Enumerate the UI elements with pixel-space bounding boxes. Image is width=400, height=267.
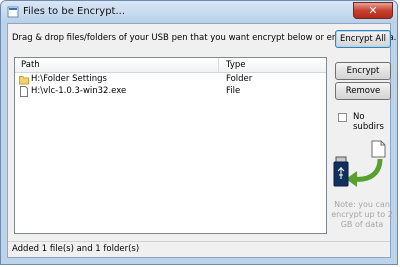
- usb-drive-icon: [333, 156, 349, 187]
- window-title: Files to be Encrypt...: [23, 6, 126, 17]
- list-item-path: H:\Folder Settings: [31, 74, 107, 84]
- list-header: Path Type: [15, 58, 326, 73]
- column-header-type[interactable]: Type: [226, 60, 246, 70]
- close-button[interactable]: ✕: [353, 2, 393, 19]
- list-item-type: Folder: [226, 74, 253, 84]
- no-subdirs-checkbox[interactable]: [338, 113, 347, 122]
- green-arrow-icon: [346, 158, 383, 187]
- list-item-path: H:\vlc-1.0.3-win32.exe: [31, 86, 127, 96]
- status-bar: Added 1 file(s) and 1 folder(s): [8, 241, 390, 257]
- column-separator[interactable]: [218, 58, 219, 72]
- column-header-path[interactable]: Path: [21, 60, 40, 70]
- file-list[interactable]: Path Type H:\Folder Settings Folder H:\v…: [14, 57, 327, 234]
- no-subdirs-label[interactable]: No subdirs: [353, 112, 390, 132]
- list-item[interactable]: H:\Folder Settings Folder: [15, 74, 326, 86]
- encrypt-all-button[interactable]: Encrypt All: [335, 30, 391, 48]
- file-icon: [20, 86, 28, 97]
- app-icon: [7, 6, 19, 18]
- remove-button[interactable]: Remove: [335, 82, 391, 100]
- dialog-body: Drag & drop files/folders of your USB pe…: [7, 23, 396, 258]
- usb-encrypt-illustration: [333, 140, 386, 187]
- note-text: Note: you can encrypt up to 2 GB of data: [331, 200, 393, 229]
- close-icon: ✕: [368, 4, 378, 17]
- status-text: Added 1 file(s) and 1 folder(s): [12, 244, 140, 254]
- list-item[interactable]: H:\vlc-1.0.3-win32.exe File: [15, 86, 326, 98]
- encrypt-dialog: Files to be Encrypt... ✕ Drag & drop fil…: [0, 0, 398, 265]
- folder-icon: [19, 76, 29, 85]
- encrypt-button[interactable]: Encrypt: [335, 62, 391, 80]
- title-bar[interactable]: Files to be Encrypt... ✕: [1, 1, 397, 23]
- document-icon: [371, 140, 386, 158]
- list-item-type: File: [226, 86, 241, 96]
